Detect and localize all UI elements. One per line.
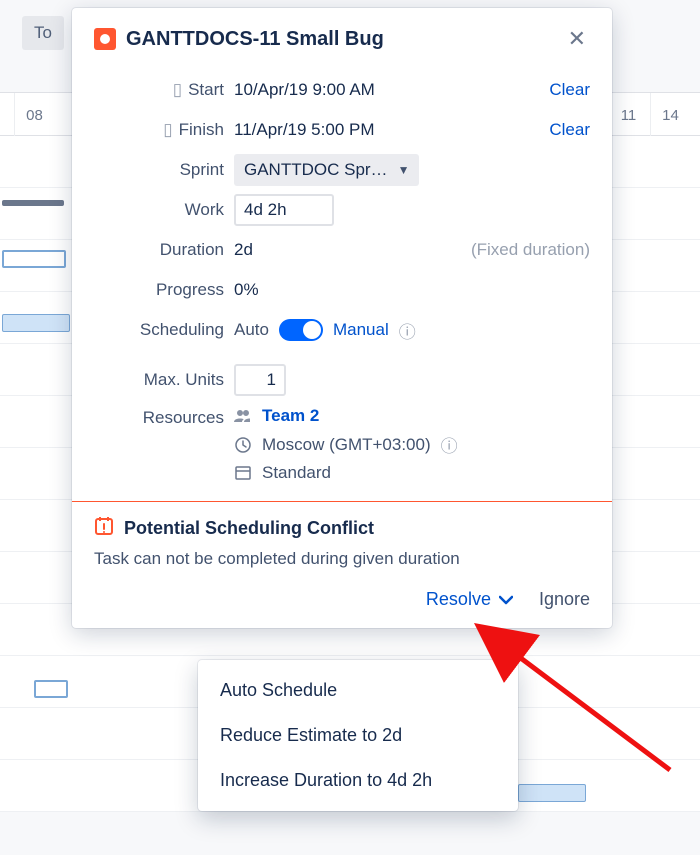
flag-icon: ▯	[173, 80, 182, 100]
gantt-bar	[34, 680, 68, 698]
start-value[interactable]: 10/Apr/19 9:00 AM	[234, 80, 500, 100]
conflict-divider	[72, 501, 612, 502]
duration-note: (Fixed duration)	[450, 240, 590, 260]
dropdown-item-reduce-estimate[interactable]: Reduce Estimate to 2d	[198, 713, 518, 758]
chevron-down-icon: ▼	[398, 163, 410, 177]
conflict-message: Task can not be completed during given d…	[94, 549, 590, 569]
task-details-popover: GANTTDOCS-11 Small Bug ✕ ▯ Start 10/Apr/1…	[72, 8, 612, 628]
chevron-down-icon	[499, 589, 513, 610]
users-icon	[234, 409, 252, 423]
gantt-bar	[518, 784, 586, 802]
gantt-summary-bar	[2, 200, 64, 206]
resolve-label: Resolve	[426, 589, 491, 610]
sprint-value: GANTTDOC Spr…	[244, 160, 388, 180]
start-label: Start	[188, 80, 224, 100]
scheduling-manual-label[interactable]: Manual	[333, 320, 389, 340]
work-label: Work	[94, 200, 224, 220]
clear-start-button[interactable]: Clear	[510, 80, 590, 100]
clock-icon	[234, 437, 252, 453]
bg-button: To	[22, 16, 64, 50]
finish-label: Finish	[179, 120, 224, 140]
scheduling-auto-label: Auto	[234, 320, 269, 340]
task-title: GANTTDOCS-11 Small Bug	[126, 28, 554, 51]
scheduling-toggle[interactable]	[279, 319, 323, 341]
calendar-value: Standard	[262, 463, 331, 483]
background-toolbar: To	[22, 16, 64, 50]
ignore-button[interactable]: Ignore	[539, 589, 590, 610]
calendar-icon	[234, 466, 252, 480]
gantt-bar	[2, 314, 70, 332]
dropdown-item-auto-schedule[interactable]: Auto Schedule	[198, 668, 518, 713]
warning-calendar-icon	[94, 516, 114, 541]
scheduling-label: Scheduling	[94, 320, 224, 340]
duration-label: Duration	[94, 240, 224, 260]
resolve-dropdown-menu: Auto Schedule Reduce Estimate to 2d Incr…	[198, 660, 518, 811]
timeline-date: 11	[608, 93, 648, 137]
timeline-date: 14	[650, 93, 690, 137]
gantt-bar	[2, 250, 66, 268]
team-link[interactable]: Team 2	[262, 406, 319, 426]
work-input[interactable]: 4d 2h	[234, 194, 334, 226]
maxunits-input[interactable]: 1	[234, 364, 286, 396]
info-icon[interactable]: ⓘ	[441, 432, 458, 457]
flag-icon: ▯	[163, 120, 172, 140]
timeline-date: 08	[14, 93, 54, 137]
timezone-value: Moscow (GMT+03:00)	[262, 435, 431, 455]
issue-type-bug-icon	[94, 28, 116, 50]
resources-label: Resources	[94, 406, 224, 428]
sprint-select[interactable]: GANTTDOC Spr… ▼	[234, 154, 419, 186]
maxunits-label: Max. Units	[94, 370, 224, 390]
info-icon[interactable]: ⓘ	[399, 318, 416, 343]
close-button[interactable]: ✕	[564, 26, 590, 52]
dropdown-item-increase-duration[interactable]: Increase Duration to 4d 2h	[198, 758, 518, 803]
sprint-label: Sprint	[94, 160, 224, 180]
progress-label: Progress	[94, 280, 224, 300]
progress-value: 0%	[234, 280, 500, 300]
finish-value[interactable]: 11/Apr/19 5:00 PM	[234, 120, 500, 140]
resolve-button[interactable]: Resolve	[426, 589, 513, 610]
clear-finish-button[interactable]: Clear	[510, 120, 590, 140]
conflict-title: Potential Scheduling Conflict	[124, 518, 374, 539]
